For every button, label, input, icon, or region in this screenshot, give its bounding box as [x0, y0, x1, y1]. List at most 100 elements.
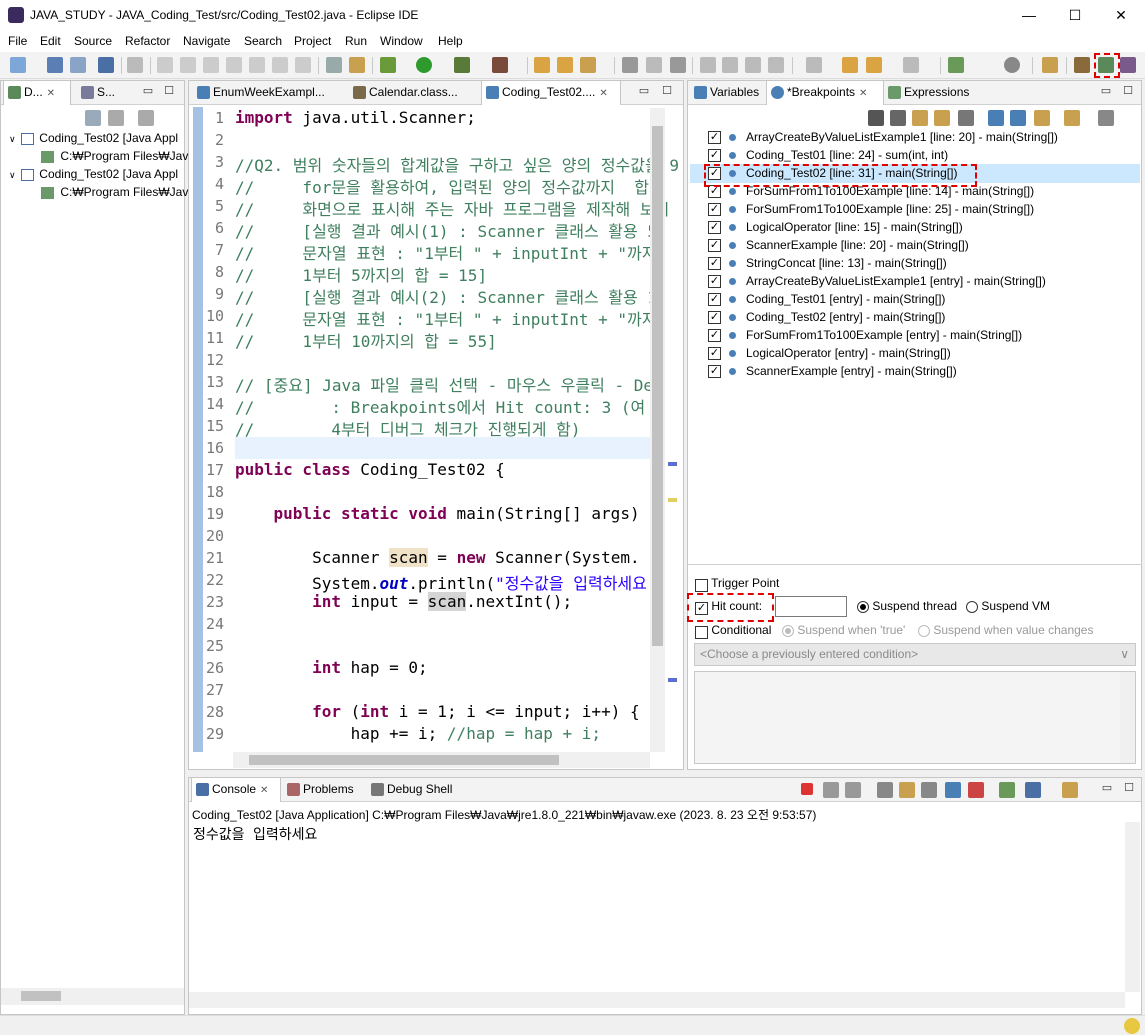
line-number[interactable]: 4 [190, 175, 224, 193]
tree-item-process-1[interactable]: C:₩Program Files₩Java [41, 149, 195, 163]
breakpoint-enabled-checkbox[interactable]: ✓ [708, 311, 721, 324]
console-horizontal-scrollbar[interactable] [189, 992, 1125, 1008]
chevron-down-icon[interactable]: ∨ [9, 134, 16, 144]
menu-window[interactable]: Window [380, 34, 423, 48]
menu-run[interactable]: Run [345, 34, 367, 48]
console-output[interactable]: 정수값을 입력하세요 [193, 824, 317, 844]
line-number[interactable]: 10 [190, 307, 224, 325]
go-to-file-icon[interactable] [934, 110, 950, 126]
menu-navigate[interactable]: Navigate [183, 34, 230, 48]
close-tab-icon[interactable]: ✕ [260, 785, 268, 796]
skip-all-icon[interactable] [958, 110, 974, 126]
tab-variables[interactable]: Variables [690, 81, 766, 105]
skip-breakpoints-icon[interactable] [127, 57, 143, 73]
save-icon[interactable] [47, 57, 63, 73]
tab-coding-test02[interactable]: Coding_Test02.... ✕ [481, 81, 621, 105]
tree-item-process-2[interactable]: C:₩Program Files₩Java [41, 185, 195, 199]
view-menu-icon[interactable] [138, 110, 154, 126]
tab-enumweekexample[interactable]: EnumWeekExampl... [193, 81, 335, 105]
breakpoint-item[interactable]: ✓ ForSumFrom1To100Example [line: 25] - ma… [708, 201, 1138, 219]
suspend-icon[interactable] [180, 57, 196, 73]
breakpoint-enabled-checkbox[interactable]: ✓ [708, 365, 721, 378]
new-class-icon[interactable] [580, 57, 596, 73]
debug-icon[interactable] [380, 57, 396, 73]
show-supported-icon[interactable] [912, 110, 928, 126]
remove-all-terminated-icon[interactable] [845, 782, 861, 798]
remove-selected-icon[interactable] [868, 110, 884, 126]
terminate-icon[interactable] [203, 57, 219, 73]
code-line-26[interactable]: int hap = 0; [235, 658, 428, 677]
breakpoint-item[interactable]: ✓ ArrayCreateByValueListExample1 [entry] … [708, 273, 1138, 291]
step-return-icon[interactable] [295, 57, 311, 73]
close-tab-icon[interactable]: ✕ [859, 88, 867, 99]
expand-all-icon[interactable] [988, 110, 1004, 126]
tab-calendar-class[interactable]: Calendar.class... [349, 81, 469, 105]
next-annotation-icon[interactable] [806, 57, 822, 73]
breakpoint-enabled-checkbox[interactable]: ✓ [708, 221, 721, 234]
terminate-icon[interactable] [801, 783, 813, 795]
line-number[interactable]: 13 [190, 373, 224, 391]
chevron-down-icon[interactable]: ∨ [9, 170, 16, 180]
display-console-icon[interactable] [1025, 782, 1041, 798]
breakpoint-enabled-checkbox[interactable]: ✓ [708, 203, 721, 216]
line-number[interactable]: 11 [190, 329, 224, 347]
minimize-view-icon[interactable]: ▭ [142, 86, 154, 98]
scrollbar-thumb[interactable] [249, 755, 559, 765]
suspend-when-true-option[interactable]: Suspend when 'true' [782, 623, 905, 637]
new-java-project-icon[interactable] [534, 57, 550, 73]
breakpoint-item[interactable]: ✓ StringConcat [line: 13] - main(String[]… [708, 255, 1138, 273]
menu-file[interactable]: File [8, 34, 27, 48]
line-number[interactable]: 12 [190, 351, 224, 369]
tab-debug-shell[interactable]: Debug Shell [367, 778, 461, 802]
code-line-11[interactable]: // 1부터 10까지의 합 = 55] [235, 328, 497, 352]
breakpoint-enabled-checkbox[interactable]: ✓ [708, 293, 721, 306]
tab-breakpoints[interactable]: *Breakpoints ✕ [766, 81, 884, 105]
code-line-3[interactable]: //Q2. 범위 숫자들의 합계값을 구하고 싶은 양의 정수값을 9 [235, 152, 679, 176]
search-icon[interactable] [1004, 57, 1020, 73]
editor-vertical-scrollbar[interactable] [650, 108, 665, 752]
breakpoint-enabled-checkbox[interactable]: ✓ [708, 275, 721, 288]
code-line-8[interactable]: // 1부터 5까지의 합 = 15] [235, 262, 487, 286]
suspend-value-change-radio[interactable] [918, 624, 930, 637]
close-button[interactable]: ✕ [1098, 0, 1144, 31]
disconnect-icon[interactable] [226, 57, 242, 73]
line-number[interactable]: 22 [190, 571, 224, 589]
hit-count-input[interactable] [775, 596, 847, 617]
breakpoint-enabled-checkbox[interactable]: ✓ [708, 239, 721, 252]
back-icon[interactable] [866, 57, 882, 73]
close-tab-icon[interactable]: ✕ [599, 88, 607, 99]
view-menu-icon[interactable] [1098, 110, 1114, 126]
line-number[interactable]: 27 [190, 681, 224, 699]
line-number[interactable]: 18 [190, 483, 224, 501]
suspend-thread-radio[interactable] [857, 600, 869, 613]
pin-editor-icon[interactable] [948, 57, 964, 73]
line-number[interactable]: 26 [190, 659, 224, 677]
last-edit-location-icon[interactable] [842, 57, 858, 73]
condition-editor[interactable] [694, 671, 1136, 764]
breakpoint-enabled-checkbox[interactable]: ✓ [708, 257, 721, 270]
line-number[interactable]: 6 [190, 219, 224, 237]
editor-horizontal-scrollbar[interactable] [233, 752, 650, 768]
maximize-view-icon[interactable]: ☐ [163, 86, 175, 98]
code-line-4[interactable]: // for문을 활용하여, 입력된 양의 정수값까지 합계 [235, 174, 664, 198]
drop-to-frame-icon[interactable] [349, 57, 365, 73]
line-number[interactable]: 2 [190, 131, 224, 149]
tab-servers[interactable]: S... [77, 81, 121, 105]
breakpoint-item[interactable]: ✓ Coding_Test01 [line: 24] - sum(int, int… [708, 147, 1138, 165]
code-line-10[interactable]: // 문자열 표현 : "1부터 " + inputInt + "까지 [235, 306, 656, 330]
toggle-mark-occurrences-icon[interactable] [700, 57, 716, 73]
line-number[interactable]: 23 [190, 593, 224, 611]
git-perspective-icon[interactable] [1120, 57, 1136, 73]
clear-console-icon[interactable] [877, 782, 893, 798]
tab-console[interactable]: Console ✕ [191, 778, 281, 802]
horizontal-scrollbar[interactable] [1, 988, 184, 1005]
maximize-view-icon[interactable]: ☐ [1123, 783, 1135, 795]
line-number[interactable]: 7 [190, 241, 224, 259]
line-number[interactable]: 3 [190, 153, 224, 171]
conditional-checkbox[interactable] [695, 626, 708, 640]
resume-icon[interactable] [157, 57, 173, 73]
breakpoint-item[interactable]: ✓ Coding_Test01 [entry] - main(String[]) [708, 291, 1138, 309]
remove-launch-icon[interactable] [823, 782, 839, 798]
open-perspective-icon[interactable] [1042, 57, 1058, 73]
save-all-icon[interactable] [70, 57, 86, 73]
